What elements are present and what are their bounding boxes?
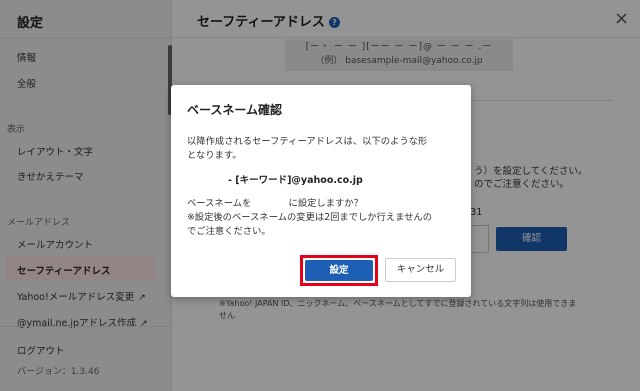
dialog-text-line-2: となります。 <box>187 150 242 161</box>
dialog-text-line-1: 以降作成されるセーフティーアドレスは、以下のような形 <box>187 136 428 147</box>
basename-confirm-dialog: ベースネーム確認 以降作成されるセーフティーアドレスは、以下のような形 となりま… <box>171 85 471 297</box>
set-button[interactable]: 設定 <box>305 260 373 281</box>
dialog-title: ベースネーム確認 <box>187 103 283 117</box>
dialog-note-line-2: でご注意ください。 <box>187 226 271 237</box>
cancel-button[interactable]: キャンセル <box>385 258 456 282</box>
dialog-question: ベースネームを に設定しますか？ <box>187 198 363 209</box>
dialog-address-example: - [キーワード]@yahoo.co.jp <box>228 175 363 186</box>
dialog-note-line-1: ※設定後のベースネームの変更は2回までしか行えませんの <box>187 212 433 223</box>
